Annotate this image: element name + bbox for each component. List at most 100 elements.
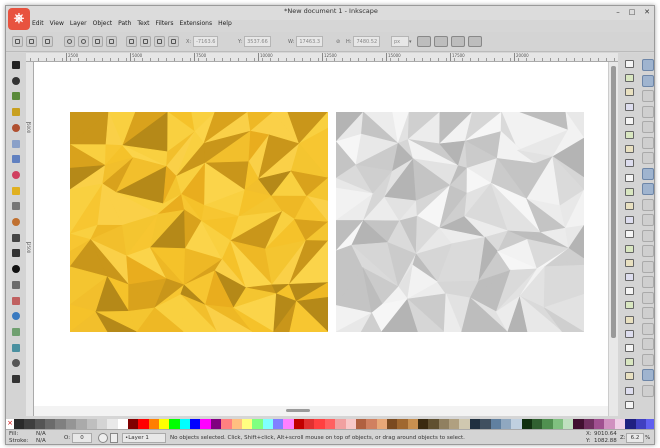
color-swatch[interactable] — [262, 419, 273, 429]
color-swatch[interactable] — [55, 419, 66, 429]
snap-toggle-12-icon[interactable] — [642, 229, 654, 242]
x-input[interactable]: -7163.6 — [193, 36, 219, 47]
fill-value[interactable]: N/A — [36, 431, 46, 437]
color-swatch[interactable] — [469, 419, 481, 429]
grey-low-poly-artwork[interactable] — [336, 112, 584, 332]
import-icon[interactable] — [624, 116, 636, 127]
move-patterns-icon[interactable] — [468, 36, 482, 47]
color-swatch[interactable] — [252, 419, 263, 429]
color-swatch[interactable] — [418, 419, 429, 429]
color-swatch[interactable] — [127, 419, 139, 429]
color-swatch[interactable] — [179, 419, 191, 429]
vertical-scroll-thumb[interactable] — [611, 66, 616, 338]
unit-select[interactable]: px ▾ — [389, 36, 412, 47]
select-all-icon[interactable] — [12, 36, 23, 47]
snap-toggle-3-icon[interactable] — [642, 90, 654, 102]
snap-toggle-2-icon[interactable] — [642, 74, 654, 87]
new-icon[interactable] — [624, 59, 636, 70]
color-swatch[interactable] — [231, 419, 242, 429]
close-icon[interactable]: ✕ — [642, 8, 652, 16]
color-swatch[interactable] — [117, 419, 128, 429]
snap-toggle-15-icon[interactable] — [642, 276, 654, 288]
copy-icon[interactable] — [624, 173, 636, 184]
snap-toggle-4-icon[interactable] — [642, 105, 654, 118]
menu-path[interactable]: Path — [118, 20, 131, 30]
ungroup-icon[interactable] — [624, 315, 636, 326]
color-swatch[interactable] — [366, 419, 377, 429]
eraser-tool-icon[interactable] — [10, 295, 22, 307]
export-icon[interactable] — [624, 130, 636, 141]
color-swatch[interactable] — [542, 419, 553, 429]
inkscape-logo-icon[interactable]: ⎈ — [8, 8, 30, 30]
snap-toggle-10-icon[interactable] — [642, 198, 654, 211]
duplicate-icon[interactable] — [624, 258, 636, 269]
height-field[interactable]: H: 7480.52 — [346, 36, 381, 47]
color-swatch[interactable] — [314, 419, 325, 429]
ellipse-tool-icon[interactable] — [10, 169, 22, 181]
color-swatch[interactable] — [583, 419, 595, 429]
zoom-drawing-icon[interactable] — [624, 229, 636, 240]
3d-box-tool-icon[interactable] — [10, 153, 22, 165]
flip-vertical-icon[interactable] — [106, 36, 117, 47]
lower-to-bottom-icon[interactable] — [168, 36, 179, 47]
calligraphy-tool-icon[interactable] — [10, 247, 22, 259]
save-icon[interactable] — [624, 87, 636, 98]
mesh-tool-icon[interactable] — [10, 342, 22, 354]
gradient-tool-icon[interactable] — [10, 326, 22, 338]
horizontal-scrollbar[interactable] — [34, 406, 608, 416]
group-icon[interactable] — [624, 300, 636, 311]
dropper-tool-icon[interactable] — [10, 357, 22, 369]
raise-to-top-icon[interactable] — [126, 36, 137, 47]
unlink-icon[interactable] — [624, 286, 636, 297]
print-icon[interactable] — [624, 102, 636, 113]
lower-icon[interactable] — [154, 36, 165, 47]
zoom-field[interactable]: 6.2 — [626, 433, 644, 443]
color-swatch[interactable] — [241, 419, 253, 429]
color-swatch[interactable] — [159, 419, 170, 429]
color-swatch[interactable] — [521, 419, 532, 429]
snap-toggle-20-icon[interactable] — [642, 353, 654, 366]
snap-toggle-16-icon[interactable] — [642, 291, 654, 304]
w-input[interactable]: 17463.3 — [296, 36, 324, 47]
color-swatch[interactable] — [107, 419, 118, 429]
color-swatch[interactable] — [293, 419, 305, 429]
color-swatch[interactable] — [221, 419, 232, 429]
horizontal-ruler[interactable]: 2500 5000 7500 10000 12500 15000 17500 20000 — [26, 53, 618, 62]
snap-toggle-6-icon[interactable] — [642, 136, 654, 149]
color-swatch[interactable] — [635, 419, 646, 429]
color-swatch[interactable] — [96, 419, 108, 429]
color-swatch[interactable] — [531, 419, 543, 429]
color-swatch[interactable] — [169, 419, 180, 429]
open-icon[interactable] — [624, 73, 636, 84]
color-swatch[interactable] — [86, 419, 97, 429]
rectangle-tool-icon[interactable] — [10, 138, 22, 150]
color-swatch[interactable] — [24, 419, 35, 429]
color-swatch[interactable] — [324, 419, 336, 429]
redo-icon[interactable] — [624, 158, 636, 169]
zoom-tool-icon[interactable] — [10, 106, 22, 118]
color-swatch[interactable] — [645, 419, 654, 429]
lock-icon[interactable]: ⊘ — [336, 36, 340, 47]
color-swatch[interactable] — [490, 419, 501, 429]
color-swatch[interactable] — [304, 419, 315, 429]
y-input[interactable]: 3537.66 — [244, 36, 271, 47]
menu-extensions[interactable]: Extensions — [179, 20, 212, 30]
y-coordinate-field[interactable]: Y: 3537.66 — [238, 36, 271, 47]
menu-edit[interactable]: Edit — [32, 20, 44, 30]
color-swatch[interactable] — [438, 419, 450, 429]
h-input[interactable]: 7480.52 — [353, 36, 381, 47]
snap-toggle-21-icon[interactable] — [642, 369, 654, 381]
color-swatch[interactable] — [407, 419, 419, 429]
stroke-value[interactable]: N/A — [36, 438, 46, 444]
color-swatch[interactable] — [34, 419, 46, 429]
zoom-page-icon[interactable] — [624, 244, 636, 255]
rotate-cw-icon[interactable] — [78, 36, 89, 47]
spiral-tool-icon[interactable] — [10, 200, 22, 212]
menu-text[interactable]: Text — [137, 20, 149, 30]
snap-toggle-22-icon[interactable] — [642, 384, 654, 397]
color-swatch[interactable] — [272, 419, 284, 429]
snap-toggle-7-icon[interactable] — [642, 152, 654, 164]
menu-layer[interactable]: Layer — [70, 20, 87, 30]
color-swatch[interactable] — [65, 419, 77, 429]
eye-icon[interactable] — [98, 433, 108, 443]
